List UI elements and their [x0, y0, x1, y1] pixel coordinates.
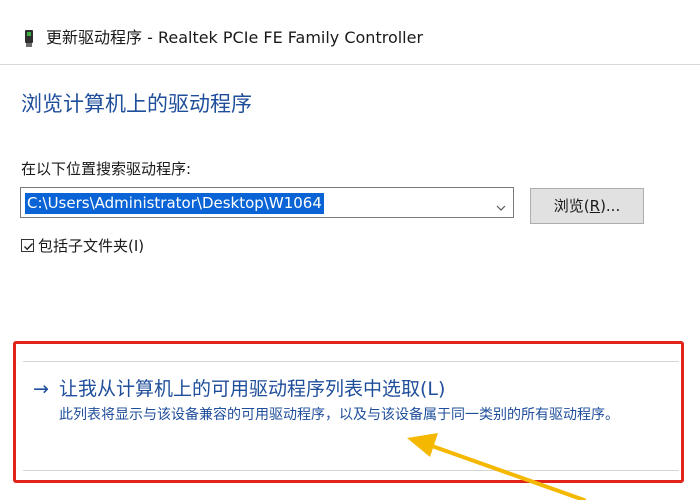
browse-button[interactable]: 浏览(R)... [530, 188, 644, 224]
checkbox-checked-icon[interactable] [21, 239, 34, 252]
chevron-down-icon[interactable] [495, 198, 507, 211]
path-combobox[interactable]: C:\Users\Administrator\Desktop\W1064 [20, 187, 514, 218]
page-heading: 浏览计算机上的驱动程序 [21, 92, 252, 116]
title-divider [0, 64, 700, 65]
pick-from-list-option[interactable]: → 让我从计算机上的可用驱动程序列表中选取(L) 此列表将显示与该设备兼容的可用… [23, 361, 679, 471]
search-location-label: 在以下位置搜索驱动程序: [21, 160, 192, 178]
pick-from-list-title[interactable]: 让我从计算机上的可用驱动程序列表中选取(L) [59, 376, 445, 402]
pick-from-list-description: 此列表将显示与该设备兼容的可用驱动程序，以及与该设备属于同一类别的所有驱动程序。 [59, 407, 619, 423]
browse-button-suffix: )... [600, 197, 621, 215]
title-bar: 更新驱动程序 - Realtek PCIe FE Family Controll… [0, 0, 700, 64]
browse-button-label: 浏览( [553, 197, 590, 215]
arrow-right-icon: → [33, 378, 49, 400]
network-adapter-icon [24, 30, 34, 47]
include-subfolders-label: 包括子文件夹(I) [38, 237, 145, 255]
path-input-value[interactable]: C:\Users\Administrator\Desktop\W1064 [25, 193, 324, 214]
window-title: 更新驱动程序 - Realtek PCIe FE Family Controll… [46, 28, 424, 47]
browse-button-accelerator: R [589, 197, 601, 215]
